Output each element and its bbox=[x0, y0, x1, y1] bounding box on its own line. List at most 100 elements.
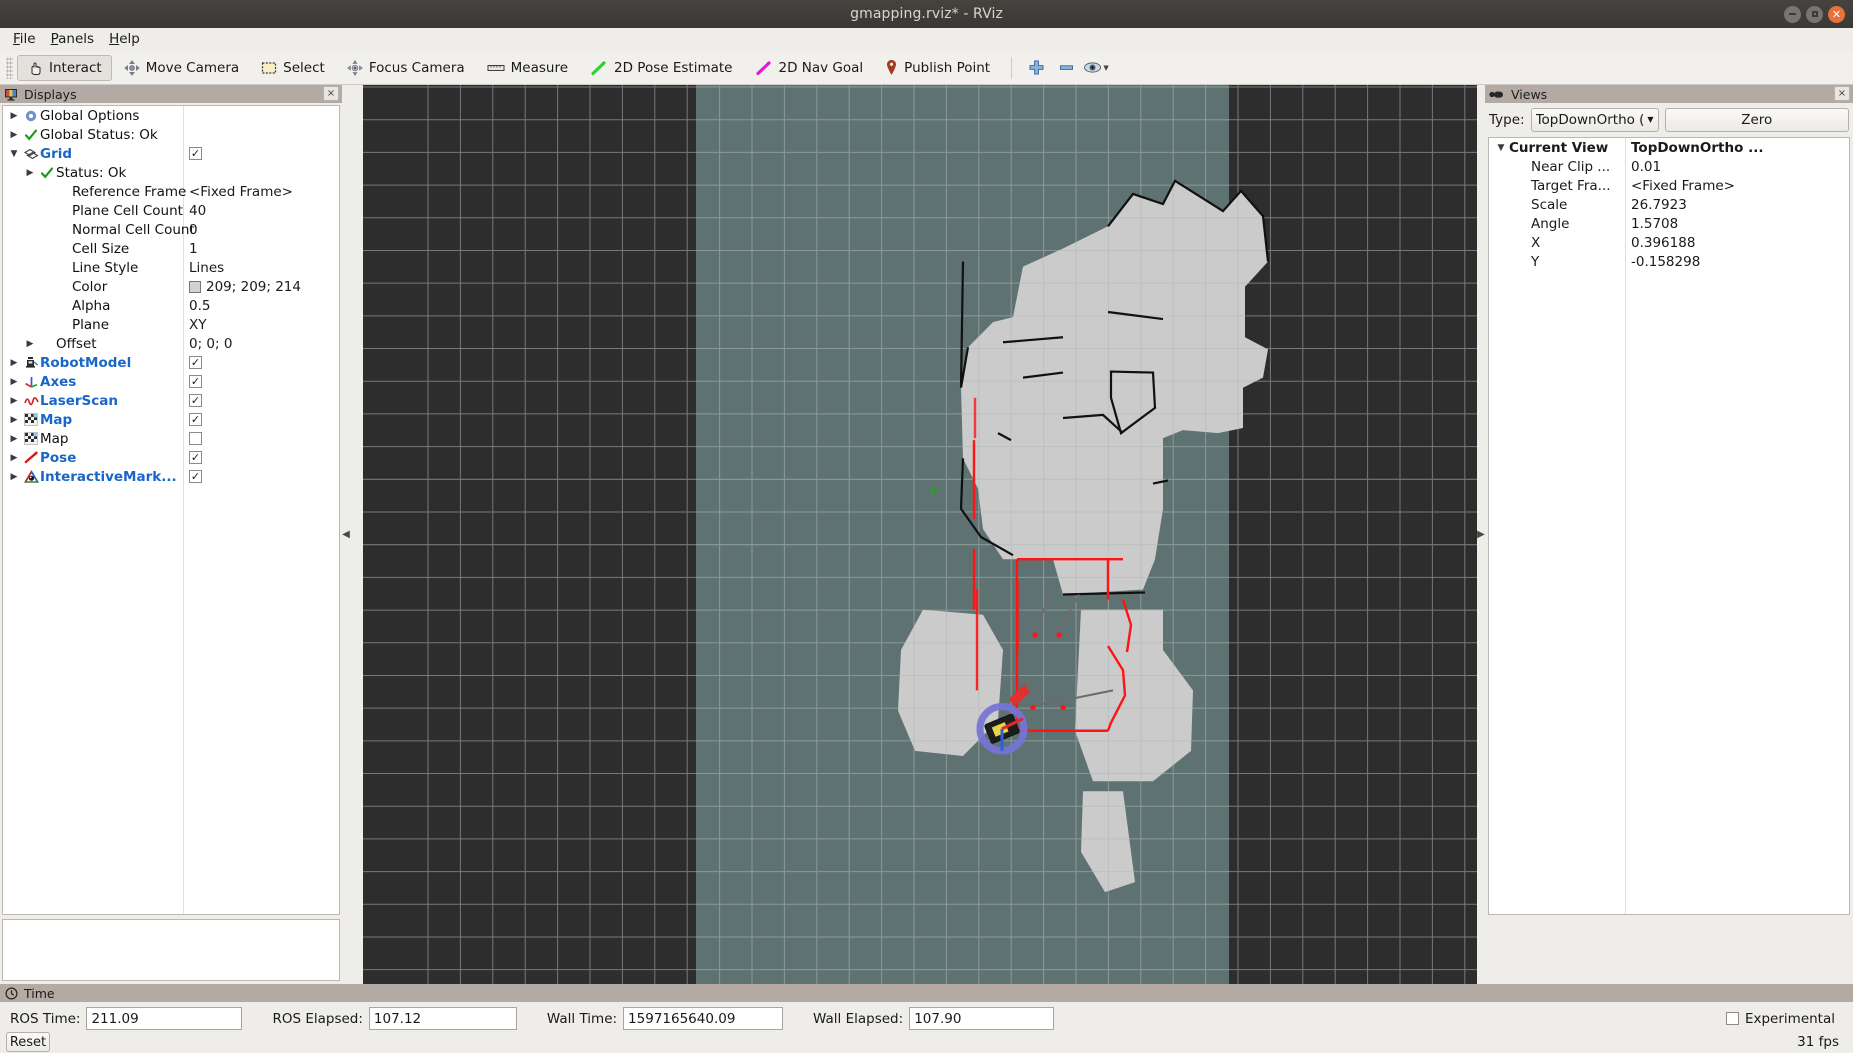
right-splitter[interactable]: ▶ bbox=[1477, 85, 1485, 984]
experimental-checkbox[interactable] bbox=[1726, 1012, 1739, 1025]
tool-2d-pose-estimate[interactable]: 2D Pose Estimate bbox=[580, 55, 742, 81]
view-row-target-fra[interactable]: Target Fra...<Fixed Frame> bbox=[1489, 176, 1849, 195]
ros-time-label: ROS Time: bbox=[10, 1011, 80, 1027]
view-type-select[interactable]: TopDownOrtho ( ▼ bbox=[1531, 108, 1659, 132]
chevron-right-icon[interactable]: ▶ bbox=[6, 377, 22, 387]
maximize-button[interactable] bbox=[1806, 6, 1823, 23]
ros-elapsed-label: ROS Elapsed: bbox=[272, 1011, 362, 1027]
display-enable-checkbox[interactable]: ✓ bbox=[189, 470, 202, 483]
display-row-robotmodel[interactable]: ▶RobotModel✓ bbox=[3, 353, 339, 372]
view-row-current-view[interactable]: ▼Current ViewTopDownOrtho ... bbox=[1489, 138, 1849, 157]
chevron-down-icon[interactable]: ▼ bbox=[1493, 143, 1509, 153]
toolbar-grip[interactable] bbox=[6, 57, 13, 79]
chevron-right-icon[interactable]: ▶ bbox=[6, 396, 22, 406]
wall-time-input[interactable]: 1597165640.09 bbox=[623, 1007, 783, 1030]
tool-interact[interactable]: Interact bbox=[17, 55, 112, 81]
minus-icon[interactable] bbox=[1051, 55, 1081, 81]
tool-measure[interactable]: Measure bbox=[477, 55, 578, 81]
ros-elapsed-input[interactable]: 107.12 bbox=[369, 1007, 517, 1030]
display-row-plane[interactable]: PlaneXY bbox=[3, 315, 339, 334]
views-tree[interactable]: ▼Current ViewTopDownOrtho ...Near Clip .… bbox=[1488, 137, 1850, 915]
display-row-plane-cell-count[interactable]: Plane Cell Count40 bbox=[3, 201, 339, 220]
menu-file[interactable]: File bbox=[9, 29, 47, 49]
views-column-divider bbox=[1625, 138, 1626, 914]
display-enable-checkbox[interactable]: ✓ bbox=[189, 413, 202, 426]
display-row-map[interactable]: ▶ Map ✓ bbox=[3, 410, 339, 429]
plus-icon[interactable] bbox=[1021, 55, 1051, 81]
display-enable-checkbox[interactable]: ✓ bbox=[189, 147, 202, 160]
close-button[interactable]: ✕ bbox=[1828, 6, 1845, 23]
view-row-scale[interactable]: Scale26.7923 bbox=[1489, 195, 1849, 214]
display-row-line-style[interactable]: Line StyleLines bbox=[3, 258, 339, 277]
tool-focus-camera[interactable]: Focus Camera bbox=[337, 55, 475, 81]
ros-time-input[interactable]: 211.09 bbox=[86, 1007, 242, 1030]
display-row-alpha[interactable]: Alpha0.5 bbox=[3, 296, 339, 315]
zero-button[interactable]: Zero bbox=[1665, 108, 1849, 132]
wall-elapsed-input[interactable]: 107.90 bbox=[909, 1007, 1054, 1030]
menu-panels[interactable]: Panels bbox=[47, 29, 105, 49]
chevron-right-icon[interactable]: ▶ bbox=[6, 453, 22, 463]
robot-icon bbox=[22, 356, 40, 370]
chevron-right-icon[interactable]: ▶ bbox=[22, 168, 38, 178]
display-enable-checkbox[interactable]: ✓ bbox=[189, 451, 202, 464]
display-row-pose[interactable]: ▶Pose✓ bbox=[3, 448, 339, 467]
display-enable-checkbox[interactable]: ✓ bbox=[189, 356, 202, 369]
wall-elapsed-label: Wall Elapsed: bbox=[813, 1011, 903, 1027]
experimental-label: Experimental bbox=[1745, 1011, 1835, 1027]
reset-button[interactable]: Reset bbox=[6, 1032, 50, 1052]
display-enable-checkbox[interactable]: ✓ bbox=[189, 394, 202, 407]
triangle-right-icon: ▶ bbox=[1477, 529, 1485, 540]
minimize-button[interactable] bbox=[1784, 6, 1801, 23]
chevron-right-icon[interactable]: ▶ bbox=[6, 130, 22, 140]
view-row-angle[interactable]: Angle1.5708 bbox=[1489, 214, 1849, 233]
views-close-button[interactable]: × bbox=[1834, 86, 1850, 101]
tool-select[interactable]: Select bbox=[251, 55, 335, 81]
view-row-value: 1.5708 bbox=[1625, 216, 1849, 232]
window-title: gmapping.rviz* - RViz bbox=[850, 6, 1003, 22]
displays-close-button[interactable]: × bbox=[323, 86, 339, 101]
chevron-down-icon[interactable]: ▼ bbox=[6, 149, 22, 159]
view-row-y[interactable]: Y-0.158298 bbox=[1489, 252, 1849, 271]
experimental-toggle[interactable]: Experimental bbox=[1726, 1011, 1849, 1027]
chevron-right-icon[interactable]: ▶ bbox=[6, 415, 22, 425]
display-row-cell-size[interactable]: Cell Size1 bbox=[3, 239, 339, 258]
tool-publish-point[interactable]: Publish Point bbox=[875, 55, 1000, 81]
display-row-global-options[interactable]: ▶Global Options bbox=[3, 106, 339, 125]
display-row-reference-frame[interactable]: Reference Frame<Fixed Frame> bbox=[3, 182, 339, 201]
eye-icon[interactable]: ▼ bbox=[1081, 55, 1111, 81]
color-swatch[interactable] bbox=[189, 281, 201, 293]
display-row-normal-cell-count[interactable]: Normal Cell Count0 bbox=[3, 220, 339, 239]
display-row-color[interactable]: Color209; 209; 214 bbox=[3, 277, 339, 296]
display-row-laserscan[interactable]: ▶ LaserScan ✓ bbox=[3, 391, 339, 410]
chevron-right-icon[interactable]: ▶ bbox=[6, 358, 22, 368]
display-row-value: 40 bbox=[189, 203, 206, 219]
display-row-map[interactable]: ▶Map bbox=[3, 429, 339, 448]
3d-viewport[interactable] bbox=[363, 85, 1477, 984]
chevron-right-icon[interactable]: ▶ bbox=[6, 434, 22, 444]
ruler-icon bbox=[487, 63, 505, 73]
view-row-x[interactable]: X0.396188 bbox=[1489, 233, 1849, 252]
display-row-status-ok[interactable]: ▶Status: Ok bbox=[3, 163, 339, 182]
toolbar-separator bbox=[1011, 57, 1012, 79]
tool-move-camera[interactable]: Move Camera bbox=[114, 55, 249, 81]
display-row-offset[interactable]: ▶Offset0; 0; 0 bbox=[3, 334, 339, 353]
display-row-axes[interactable]: ▶Axes✓ bbox=[3, 372, 339, 391]
close-icon: × bbox=[327, 88, 335, 99]
display-row-grid[interactable]: ▼Grid✓ bbox=[3, 144, 339, 163]
display-enable-checkbox[interactable]: ✓ bbox=[189, 375, 202, 388]
view-row-near-clip[interactable]: Near Clip ...0.01 bbox=[1489, 157, 1849, 176]
chevron-right-icon[interactable]: ▶ bbox=[6, 472, 22, 482]
display-row-label: LaserScan bbox=[40, 393, 118, 409]
chevron-right-icon[interactable]: ▶ bbox=[22, 339, 38, 349]
tool-2d-nav-goal[interactable]: 2D Nav Goal bbox=[745, 55, 874, 81]
views-type-label: Type: bbox=[1489, 112, 1525, 128]
display-row-global-status-ok[interactable]: ▶Global Status: Ok bbox=[3, 125, 339, 144]
chevron-right-icon[interactable]: ▶ bbox=[6, 111, 22, 121]
displays-tree[interactable]: ▶Global Options▶Global Status: Ok▼Grid✓▶… bbox=[2, 105, 340, 915]
display-row-interactivemark[interactable]: ▶InteractiveMark...✓ bbox=[3, 467, 339, 486]
menu-help[interactable]: Help bbox=[105, 29, 151, 49]
display-row-label: Reference Frame bbox=[72, 184, 186, 200]
left-splitter[interactable]: ◀ bbox=[342, 85, 350, 984]
display-enable-checkbox[interactable] bbox=[189, 432, 202, 445]
display-row-label: Map bbox=[40, 412, 72, 428]
